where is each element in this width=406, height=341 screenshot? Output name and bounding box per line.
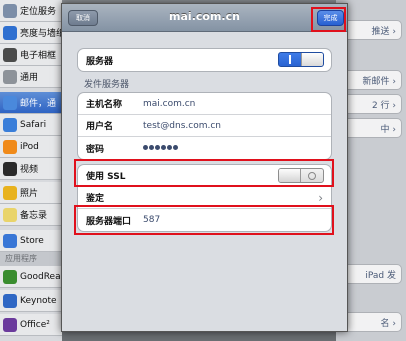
font-size-cell[interactable]: 中 ›	[340, 118, 402, 138]
chevron-right-icon: ›	[318, 191, 323, 205]
sidebar-item-store[interactable]: Store	[0, 230, 62, 252]
dialog-title: mai.com.cn	[169, 10, 240, 23]
store-icon	[3, 233, 17, 248]
sidebar-item-goodreader[interactable]: GoodRea	[0, 266, 62, 288]
password-field[interactable]	[143, 143, 179, 153]
sidebar-item-notes[interactable]: 备忘录	[0, 204, 62, 226]
authentication-label: 鉴定	[86, 194, 105, 204]
done-button-highlight	[311, 7, 346, 32]
password-row[interactable]: 密码	[78, 137, 331, 159]
hostname-label: 主机名称	[86, 100, 123, 110]
apps-section-header: 应用程序	[0, 252, 62, 266]
hostname-row[interactable]: 主机名称 mai.com.cn	[78, 93, 331, 115]
goodreader-icon	[3, 269, 17, 284]
sidebar-item-office[interactable]: Office²	[0, 314, 62, 336]
settings-sidebar: 定位服务 亮度与墙纸 电子相框 通用 邮件，通 Safari iPod 视频 照…	[0, 0, 62, 341]
office-icon	[3, 317, 17, 332]
password-label: 密码	[86, 144, 105, 155]
server-label: 服务器	[86, 56, 114, 67]
ipod-icon	[3, 139, 17, 154]
sidebar-item-keynote[interactable]: Keynote	[0, 290, 62, 312]
picture-frame-icon	[3, 47, 17, 62]
safari-icon	[3, 117, 17, 132]
dialog-navigation-bar: 取消 mai.com.cn 完成	[62, 4, 347, 32]
video-icon	[3, 161, 17, 176]
toggle-on-mark-icon	[289, 55, 291, 64]
username-row[interactable]: 用户名 test@dns.com.cn	[78, 115, 331, 137]
server-toggle[interactable]	[278, 52, 324, 67]
preview-lines-cell[interactable]: 2 行 ›	[340, 94, 402, 114]
signature-cell[interactable]: iPad 发	[340, 264, 402, 284]
keynote-icon	[3, 293, 17, 308]
toggle-knob	[301, 53, 323, 66]
location-icon	[3, 3, 17, 18]
mail-icon	[3, 95, 17, 110]
sidebar-item-mail[interactable]: 邮件，通	[0, 92, 62, 114]
sidebar-item-safari[interactable]: Safari	[0, 114, 62, 136]
gear-icon	[3, 69, 17, 84]
notes-icon	[3, 207, 17, 222]
username-field[interactable]: test@dns.com.cn	[143, 121, 221, 131]
sidebar-item-general[interactable]: 通用	[0, 66, 62, 88]
server-group: 服务器	[77, 48, 332, 72]
push-setting-cell[interactable]: 推送 ›	[340, 20, 402, 40]
new-mail-setting-cell[interactable]: 新邮件 ›	[340, 70, 402, 90]
brightness-icon	[3, 25, 17, 40]
sidebar-item-brightness[interactable]: 亮度与墙纸	[0, 22, 62, 44]
sidebar-item-ipod[interactable]: iPod	[0, 136, 62, 158]
sidebar-item-video[interactable]: 视频	[0, 158, 62, 180]
server-port-highlight	[74, 205, 334, 235]
hostname-field[interactable]: mai.com.cn	[143, 99, 195, 109]
sidebar-item-location[interactable]: 定位服务	[0, 0, 62, 22]
outgoing-server-group: 主机名称 mai.com.cn 用户名 test@dns.com.cn 密码	[77, 92, 332, 160]
server-row: 服务器	[78, 49, 331, 71]
ssl-row-highlight	[74, 159, 334, 187]
sidebar-item-photos[interactable]: 照片	[0, 182, 62, 204]
sunflower-icon	[3, 185, 17, 200]
name-cell[interactable]: 名 ›	[340, 312, 402, 332]
username-label: 用户名	[86, 122, 114, 132]
outgoing-server-header: 发件服务器	[84, 80, 130, 90]
sidebar-item-picture-frame[interactable]: 电子相框	[0, 44, 62, 66]
